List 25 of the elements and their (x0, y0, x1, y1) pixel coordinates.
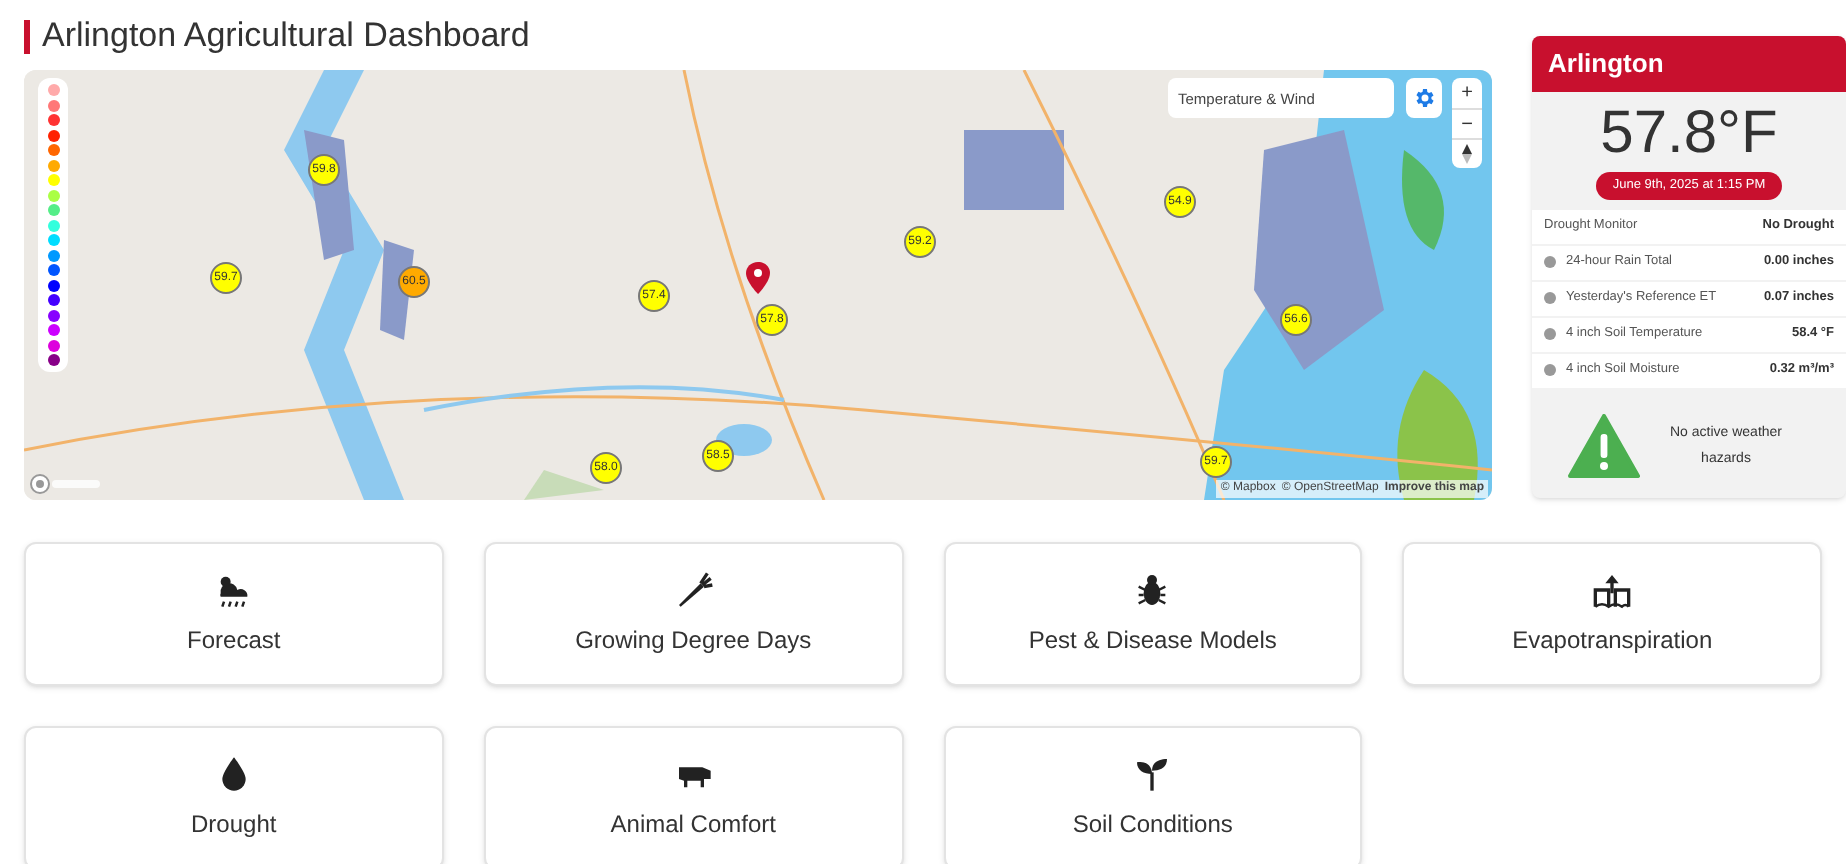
dashboard-tile[interactable]: Forecast (24, 542, 444, 686)
mapbox-logo-icon (30, 474, 102, 494)
dashboard-tile[interactable]: Pest & Disease Models (943, 542, 1363, 686)
dashboard-tile[interactable]: Soil Conditions (943, 726, 1363, 864)
info-icon[interactable] (1544, 292, 1556, 305)
compass-button[interactable] (1452, 138, 1482, 168)
sprout-icon (1132, 754, 1173, 794)
station-name: Arlington (1532, 36, 1846, 92)
info-icon[interactable] (1544, 328, 1556, 341)
dashboard-tile[interactable]: Drought (24, 726, 444, 864)
zoom-out-button[interactable]: − (1452, 108, 1482, 138)
info-icon[interactable] (1544, 364, 1556, 377)
dashboard-tile[interactable]: Growing Degree Days (483, 542, 903, 686)
location-pin-icon (746, 262, 770, 294)
info-icon[interactable] (1544, 256, 1556, 269)
dashboard-tile[interactable]: Animal Comfort (483, 726, 903, 864)
page-title: Arlington Agricultural Dashboard (42, 14, 530, 59)
zoom-in-button[interactable]: + (1452, 78, 1482, 108)
compass-icon (1462, 144, 1472, 164)
evaporation-icon (1592, 570, 1633, 610)
warning-icon (1568, 413, 1640, 478)
settings-button[interactable] (1406, 78, 1442, 118)
dashboard-tile[interactable]: Evapotranspiration (1402, 542, 1822, 686)
temperature-reading: 57.8°F (1598, 100, 1780, 168)
settings-icon (1412, 86, 1436, 110)
